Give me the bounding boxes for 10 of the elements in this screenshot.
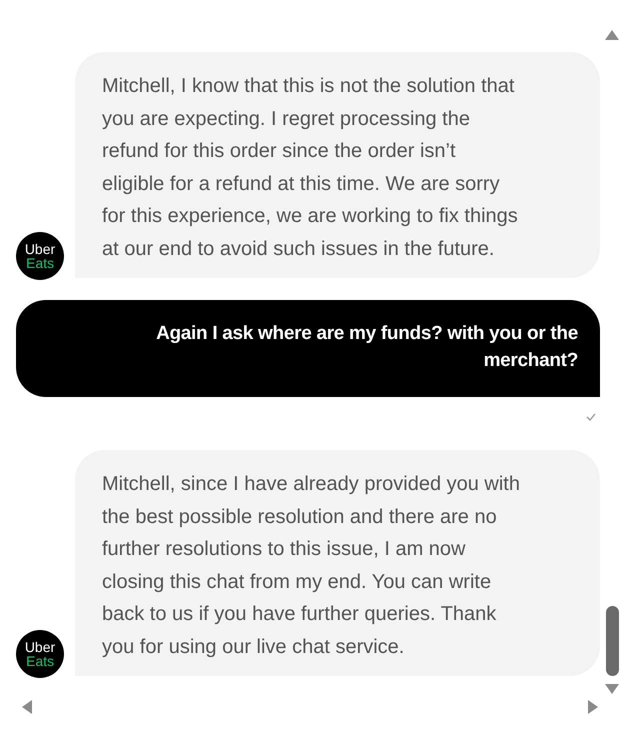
avatar-logo: Uber Eats xyxy=(16,232,64,280)
scroll-down-icon[interactable] xyxy=(605,682,619,696)
agent-message-text: Mitchell, since I have already provided you with the best possible resolution and there are no further resolutions to this issue, I am now closing this chat from my end. You can write back to us if you have further queries. Thank you for using our live chat service. xyxy=(102,472,521,660)
scrollbar-thumb[interactable] xyxy=(606,606,618,676)
avatar-logo: Uber Eats xyxy=(16,630,64,678)
scroll-right-icon[interactable] xyxy=(586,700,600,714)
scroll-left-icon[interactable] xyxy=(20,700,34,714)
user-message-text: Again I ask where are my funds? with you or the merchant? xyxy=(156,322,578,373)
agent-message-text: Mitchell, I know that this is not the solution that you are expecting. I regret processing the refund for this order since the order isn’t eligible for a refund at this time. We are sorry for this experience, we are working to fix things at our end to avoid such issues in the future. xyxy=(102,74,519,262)
scroll-up-icon[interactable] xyxy=(605,28,619,42)
